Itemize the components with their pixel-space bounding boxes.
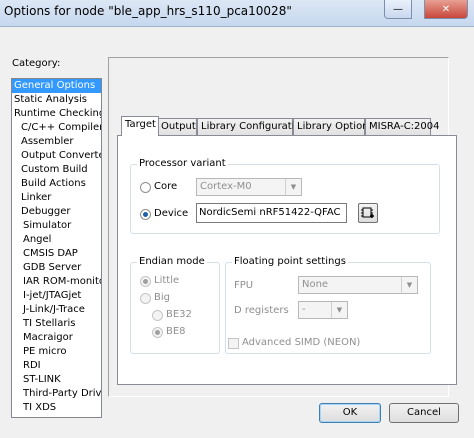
fpu-select[interactable]: None ▼ <box>298 276 418 294</box>
category-item[interactable]: Output Converter <box>12 149 101 163</box>
endian-little-label: Little <box>154 275 180 286</box>
tab-output[interactable]: Output <box>157 118 197 136</box>
category-item[interactable]: Linker <box>12 191 101 205</box>
close-icon: ✕ <box>441 3 451 15</box>
window-title: Options for node "ble_app_hrs_s110_pca10… <box>4 4 292 18</box>
category-item[interactable]: Build Actions <box>12 177 101 191</box>
chevron-down-icon: ▼ <box>401 277 417 293</box>
d-registers-select[interactable]: - ▼ <box>298 301 348 319</box>
cancel-button[interactable]: Cancel <box>389 403 459 423</box>
category-item[interactable]: TI Stellaris <box>12 317 101 331</box>
d-registers-label: D registers <box>234 305 289 316</box>
device-browse-icon <box>361 207 374 218</box>
category-item[interactable]: GDB Server <box>12 261 101 275</box>
tab-strip: Target Output Library Configuration Library… <box>117 116 457 136</box>
core-select-value: Cortex-M0 <box>200 181 252 192</box>
category-item[interactable]: RDI <box>12 359 101 373</box>
core-radio[interactable] <box>140 182 151 193</box>
category-item[interactable]: CMSIS DAP <box>12 247 101 261</box>
tab-library-options[interactable]: Library Options <box>293 118 374 136</box>
chevron-down-icon: ▼ <box>331 302 347 318</box>
be8-label: BE8 <box>166 326 186 337</box>
chevron-down-icon: ▼ <box>285 179 301 195</box>
minimize-button[interactable]: — <box>384 0 412 19</box>
category-item[interactable]: PE micro <box>12 345 101 359</box>
category-item[interactable]: Custom Build <box>12 163 101 177</box>
category-label: Category: <box>12 58 61 69</box>
category-item[interactable]: I-jet/JTAGjet <box>12 289 101 303</box>
category-item[interactable]: Runtime Checking <box>12 107 101 121</box>
category-item[interactable]: Third-Party Driver <box>12 387 101 401</box>
minimize-icon: — <box>393 3 403 15</box>
tab-misra-c-2004[interactable]: MISRA-C:2004 <box>365 118 440 136</box>
d-registers-select-value: - <box>302 304 306 315</box>
core-select[interactable]: Cortex-M0 ▼ <box>196 178 302 196</box>
endian-big-label: Big <box>154 292 170 303</box>
category-item[interactable]: Angel <box>12 233 101 247</box>
processor-variant-title: Processor variant <box>137 158 228 169</box>
device-radio[interactable] <box>140 209 151 220</box>
target-tab-page: Processor variant Core Cortex-M0 ▼ Devic… <box>117 135 457 385</box>
advanced-simd-label: Advanced SIMD (NEON) <box>242 337 361 348</box>
be8-radio[interactable] <box>152 327 163 338</box>
category-item[interactable]: Macraigor <box>12 331 101 345</box>
category-item[interactable]: Assembler <box>12 135 101 149</box>
device-field[interactable]: NordicSemi nRF51422-QFAC <box>196 203 347 223</box>
fpu-label: FPU <box>234 280 254 291</box>
tab-target[interactable]: Target <box>121 116 159 136</box>
category-item[interactable]: Simulator <box>12 219 101 233</box>
category-item[interactable]: TI XDS <box>12 401 101 415</box>
ok-button[interactable]: OK <box>319 403 381 423</box>
category-list[interactable]: General Options Static Analysis Runtime Ch… <box>11 78 102 418</box>
processor-variant-group: Processor variant <box>130 158 440 234</box>
category-item[interactable]: Static Analysis <box>12 93 101 107</box>
fpu-select-value: None <box>302 279 329 290</box>
category-item[interactable]: IAR ROM-monitor <box>12 275 101 289</box>
category-item[interactable]: Debugger <box>12 205 101 219</box>
be32-label: BE32 <box>166 309 192 320</box>
title-bar: Options for node "ble_app_hrs_s110_pca10… <box>0 0 474 27</box>
endian-mode-title: Endian mode <box>137 256 207 267</box>
close-button[interactable]: ✕ <box>424 0 468 19</box>
floating-point-title: Floating point settings <box>232 256 348 267</box>
category-item[interactable]: J-Link/J-Trace <box>12 303 101 317</box>
core-label: Core <box>154 181 178 192</box>
select-device-button[interactable] <box>358 203 378 223</box>
tab-library-configuration[interactable]: Library Configuration <box>197 118 307 136</box>
endian-big-radio[interactable] <box>140 293 151 304</box>
device-label: Device <box>154 208 189 219</box>
category-item[interactable]: General Options <box>12 79 101 93</box>
be32-radio[interactable] <box>152 310 163 321</box>
category-item[interactable]: C/C++ Compiler <box>12 121 101 135</box>
endian-little-radio[interactable] <box>140 276 151 287</box>
category-item[interactable]: ST-LINK <box>12 373 101 387</box>
advanced-simd-checkbox[interactable] <box>228 338 239 349</box>
